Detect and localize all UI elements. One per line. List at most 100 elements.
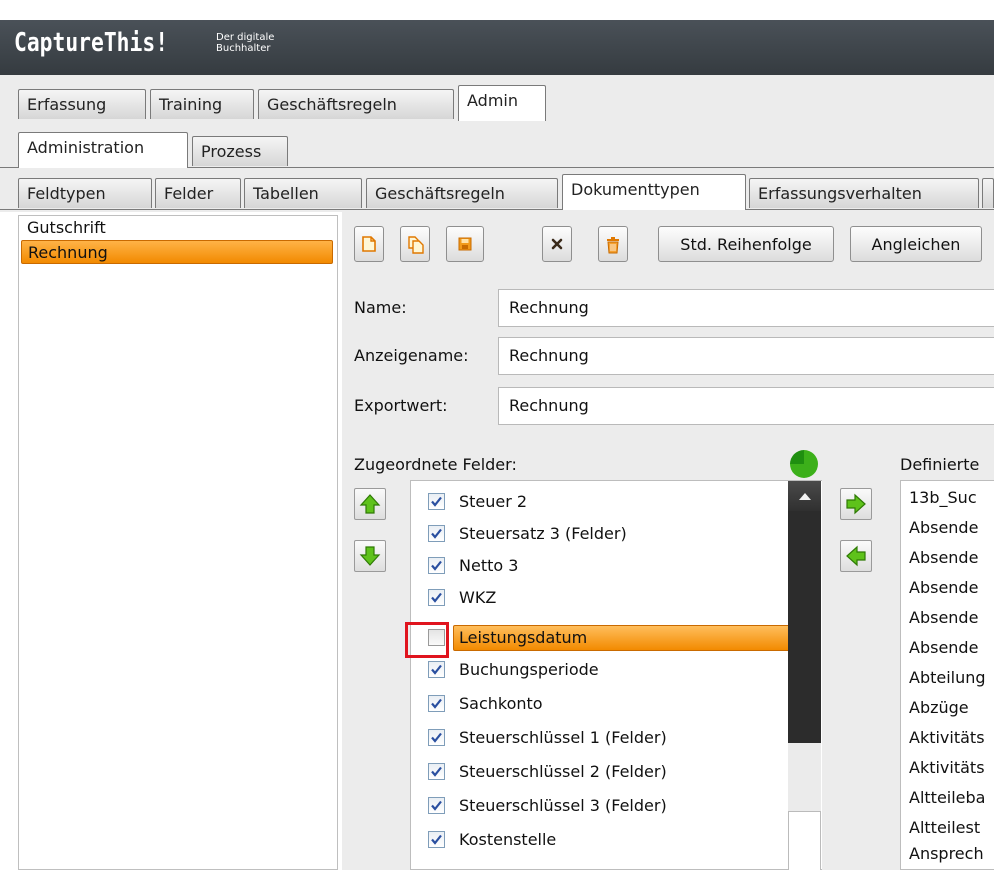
copy-document-icon — [408, 236, 424, 254]
defined-fields-label: Definierte — [900, 455, 980, 474]
arrow-up-icon — [359, 494, 381, 514]
sub-tabbar: Administration Prozess — [0, 120, 994, 170]
assigned-fields-label: Zugeordnete Felder: — [354, 455, 517, 474]
arrow-down-icon — [359, 546, 381, 566]
tab-admin[interactable]: Admin — [458, 85, 546, 121]
move-down-button[interactable] — [354, 540, 386, 572]
field-checkbox-checked[interactable] — [428, 660, 445, 678]
defined-field-item[interactable]: Abteilung — [909, 663, 986, 693]
add-field-button[interactable] — [840, 488, 872, 520]
field-checkbox-checked[interactable] — [428, 556, 445, 574]
export-value-field[interactable]: Rechnung — [498, 387, 994, 425]
save-button[interactable] — [446, 226, 484, 262]
defined-field-item[interactable]: Aktivitäts — [909, 753, 985, 783]
tab-geschaeftsregeln[interactable]: Geschäftsregeln — [258, 89, 454, 119]
field-row[interactable]: Steuer 2 — [411, 486, 791, 516]
move-up-button[interactable] — [354, 488, 386, 520]
defined-field-item[interactable]: Ansprech — [909, 839, 984, 869]
app-title: CaptureThis! — [14, 28, 169, 58]
defined-field-item[interactable]: Aktivitäts — [909, 723, 985, 753]
defined-field-item[interactable]: Altteileba — [909, 783, 985, 813]
document-type-list[interactable]: Gutschrift Rechnung — [18, 215, 338, 870]
document-type-item-selected[interactable]: Rechnung — [21, 240, 333, 264]
field-label: Leistungsdatum — [459, 627, 588, 647]
scroll-thumb[interactable] — [788, 811, 821, 870]
field-row[interactable]: Kostenstelle — [411, 824, 791, 854]
align-button[interactable]: Angleichen — [850, 226, 982, 262]
caret-up-icon — [798, 493, 811, 500]
defined-field-item[interactable]: Absende — [909, 513, 978, 543]
scroll-up-button[interactable] — [788, 481, 821, 511]
field-row[interactable]: Buchungsperiode — [411, 654, 791, 684]
remove-field-button[interactable] — [840, 540, 872, 572]
scroll-track-dark — [788, 511, 821, 743]
tab-administration[interactable]: Administration — [18, 132, 188, 168]
field-row[interactable]: Sachkonto — [411, 688, 791, 718]
trash-button[interactable] — [598, 226, 628, 262]
tab-feldtypen[interactable]: Feldtypen — [18, 178, 152, 208]
field-label: Steuersatz 3 (Felder) — [459, 523, 627, 543]
field-checkbox-checked[interactable] — [428, 492, 445, 510]
field-label: Steuerschlüssel 1 (Felder) — [459, 727, 667, 747]
defined-field-item[interactable]: Abzüge — [909, 693, 969, 723]
tab-felder[interactable]: Felder — [155, 178, 241, 208]
app-titlebar: CaptureThis! Der digitale Buchhalter — [0, 20, 994, 75]
field-row[interactable]: WKZ — [411, 582, 791, 612]
field-checkbox-checked[interactable] — [428, 796, 445, 814]
field-row[interactable]: Steuerschlüssel 3 (Felder) — [411, 790, 791, 820]
field-label: Kostenstelle — [459, 829, 557, 849]
field-checkbox-checked[interactable] — [428, 728, 445, 746]
assigned-fields-scrollbar[interactable] — [788, 481, 821, 870]
defined-field-item[interactable]: 13b_Suc — [909, 483, 977, 513]
progress-pie-icon — [788, 448, 820, 480]
assigned-fields-list[interactable]: Steuer 2 Steuersatz 3 (Felder) Netto 3 W… — [410, 480, 822, 870]
display-name-label: Anzeigename: — [354, 346, 469, 365]
new-button[interactable] — [354, 226, 384, 262]
field-checkbox-checked[interactable] — [428, 588, 445, 606]
field-row[interactable]: Steuerschlüssel 2 (Felder) — [411, 756, 791, 786]
tab-dokumenttypen[interactable]: Dokumenttypen — [562, 174, 746, 210]
save-icon — [458, 236, 472, 252]
admin-tabbar: Feldtypen Felder Tabellen Geschäftsregel… — [0, 168, 994, 212]
field-checkbox-checked[interactable] — [428, 830, 445, 848]
defined-field-item[interactable]: Absende — [909, 573, 978, 603]
tab-erfassungsverhalten[interactable]: Erfassungsverhalten — [749, 178, 979, 208]
copy-button[interactable] — [400, 226, 430, 262]
export-value-label: Exportwert: — [354, 396, 448, 415]
name-field[interactable]: Rechnung — [498, 289, 994, 327]
trash-icon — [606, 236, 620, 254]
field-row[interactable]: Steuerschlüssel 1 (Felder) — [411, 722, 791, 752]
field-row-selected[interactable]: Leistungsdatum — [411, 622, 791, 652]
tab-tabellen[interactable]: Tabellen — [244, 178, 362, 208]
field-checkbox-checked[interactable] — [428, 694, 445, 712]
std-order-button[interactable]: Std. Reihenfolge — [658, 226, 834, 262]
annotation-highlight-box — [405, 622, 449, 658]
field-row[interactable]: Netto 3 — [411, 550, 791, 580]
tab-training[interactable]: Training — [150, 89, 254, 119]
name-label: Name: — [354, 298, 407, 317]
tab-geschaeftsregeln-admin[interactable]: Geschäftsregeln — [366, 178, 558, 208]
arrow-right-icon — [846, 493, 866, 515]
delete-x-icon — [550, 236, 564, 252]
field-label: WKZ — [459, 587, 497, 607]
new-document-icon — [362, 236, 376, 252]
field-label: Steuer 2 — [459, 491, 528, 511]
tab-erfassung[interactable]: Erfassung — [18, 89, 146, 119]
defined-field-item[interactable]: Absende — [909, 603, 978, 633]
field-row[interactable]: Steuersatz 3 (Felder) — [411, 518, 791, 548]
defined-field-item[interactable]: Absende — [909, 543, 978, 573]
field-label: Buchungsperiode — [459, 659, 599, 679]
field-label: Steuerschlüssel 3 (Felder) — [459, 795, 667, 815]
app-subtitle-line2: Buchhalter — [216, 43, 271, 54]
field-checkbox-checked[interactable] — [428, 762, 445, 780]
tab-overflow[interactable] — [982, 178, 994, 208]
delete-button[interactable] — [542, 226, 572, 262]
document-type-item[interactable]: Gutschrift — [19, 216, 337, 240]
field-label: Sachkonto — [459, 693, 543, 713]
tab-prozess[interactable]: Prozess — [192, 136, 288, 166]
field-checkbox-checked[interactable] — [428, 524, 445, 542]
display-name-field[interactable]: Rechnung — [498, 337, 994, 375]
defined-fields-list[interactable]: 13b_Suc Absende Absende Absende Absende … — [900, 480, 994, 870]
app-subtitle: Der digitale Buchhalter — [216, 32, 274, 54]
defined-field-item[interactable]: Absende — [909, 633, 978, 663]
